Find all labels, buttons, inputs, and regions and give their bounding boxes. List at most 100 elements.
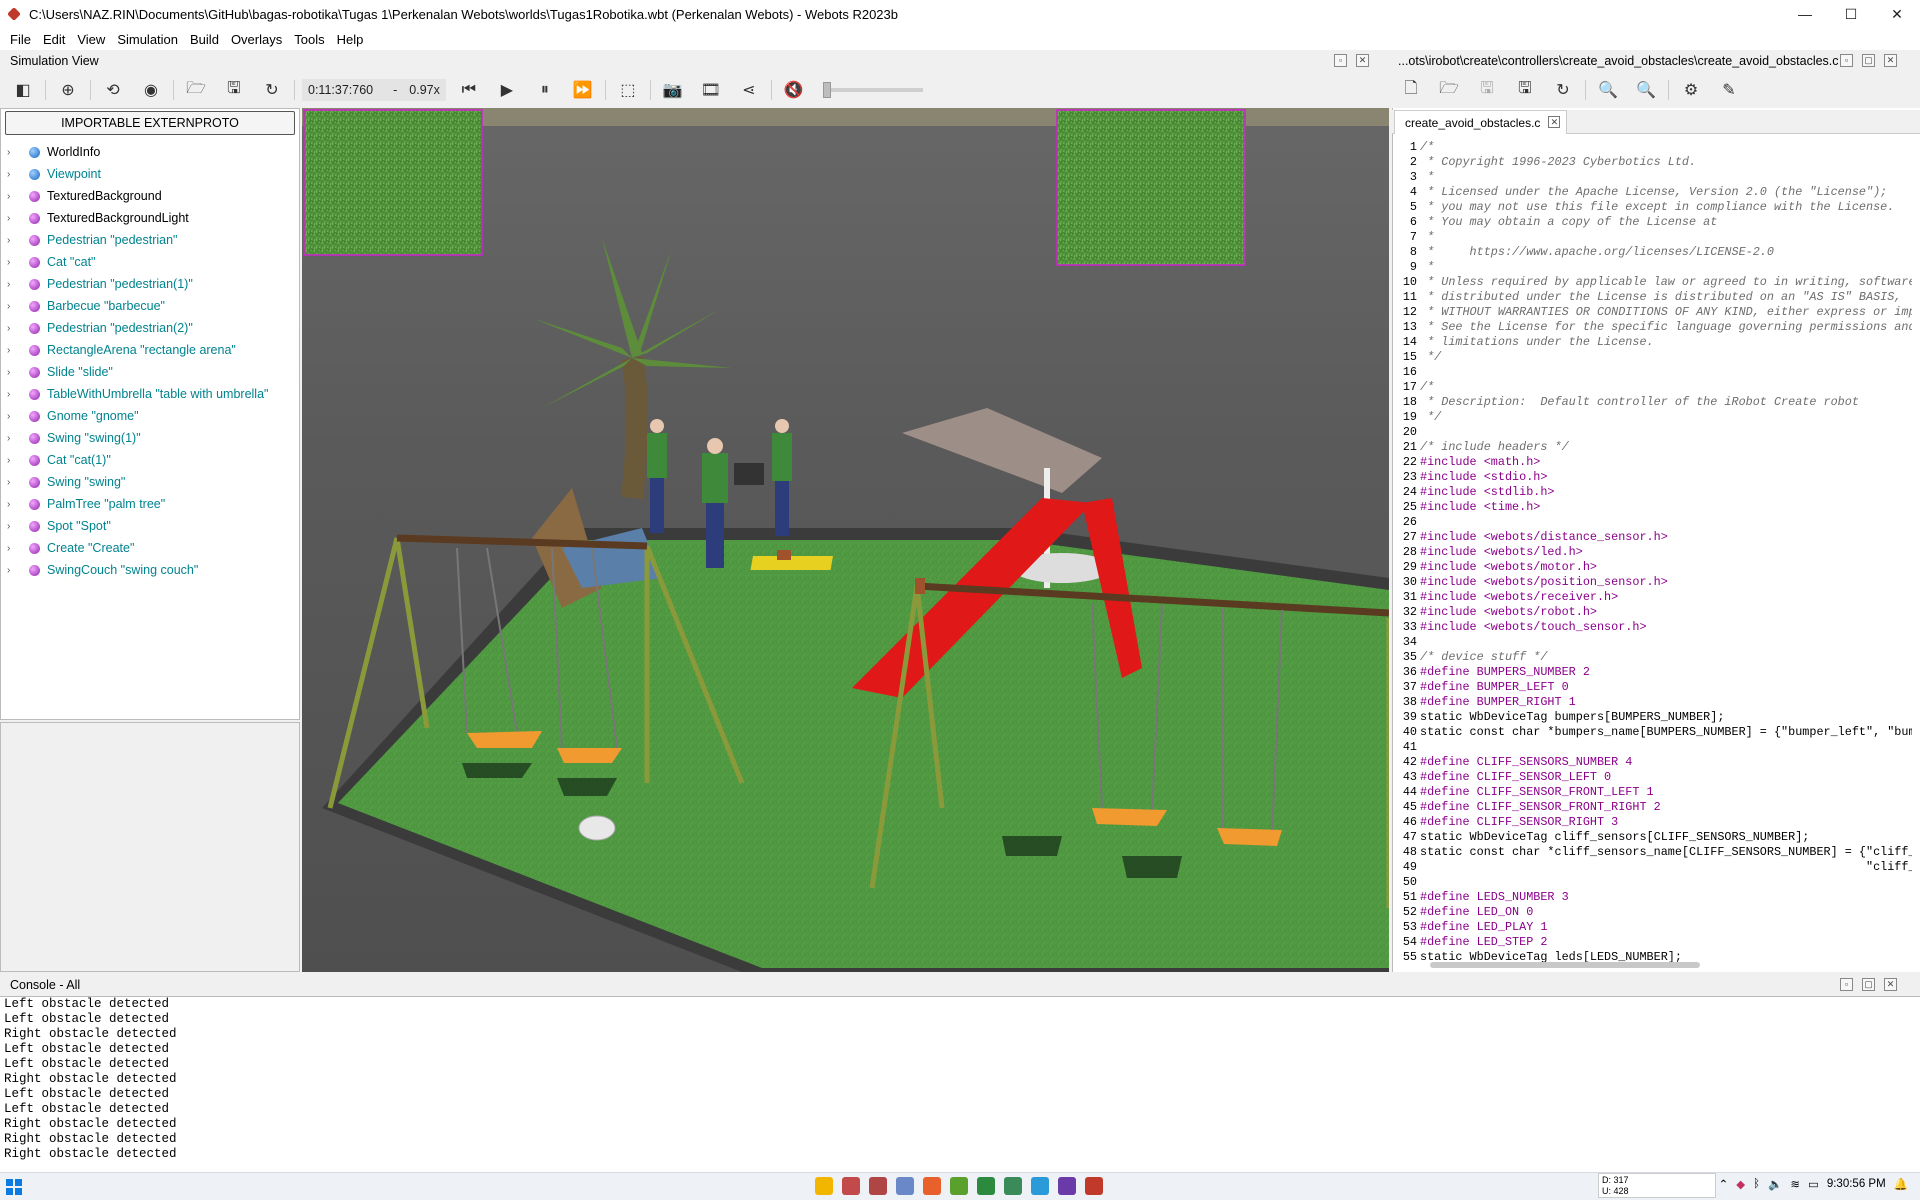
chevron-right-icon[interactable]: ›	[7, 301, 19, 312]
clock[interactable]: 9:30:56 PM	[1827, 1178, 1886, 1190]
chevron-right-icon[interactable]: ›	[7, 389, 19, 400]
reset-view-icon[interactable]: ⟲	[100, 77, 126, 103]
importable-externproto-button[interactable]: IMPORTABLE EXTERNPROTO	[5, 111, 295, 135]
chevron-right-icon[interactable]: ›	[7, 147, 19, 158]
maximize-icon[interactable]: ▢	[1862, 54, 1875, 67]
tree-item-texturedbackgroundlight[interactable]: › TexturedBackgroundLight	[0, 207, 300, 229]
chevron-right-icon[interactable]: ›	[7, 433, 19, 444]
revert-icon[interactable]: ↻	[1550, 77, 1576, 103]
save-all-icon[interactable]: 🖫	[1512, 77, 1538, 103]
close-icon[interactable]: ✕	[1356, 54, 1369, 67]
maximize-icon[interactable]: ▢	[1862, 978, 1875, 991]
close-button[interactable]: ✕	[1874, 0, 1920, 28]
chevron-right-icon[interactable]: ›	[7, 279, 19, 290]
tray-icon[interactable]: ◆	[1736, 1177, 1745, 1191]
chevron-right-icon[interactable]: ›	[7, 169, 19, 180]
console-output[interactable]: Left obstacle detected Left obstacle dete…	[0, 996, 1920, 1172]
tree-item-swing-1[interactable]: › Swing "swing(1)"	[0, 427, 300, 449]
volume-slider[interactable]	[822, 82, 923, 98]
file-explorer-icon[interactable]	[815, 1177, 833, 1195]
menu-build[interactable]: Build	[184, 32, 225, 47]
tree-item-rectangle-arena[interactable]: › RectangleArena "rectangle arena"	[0, 339, 300, 361]
add-node-icon[interactable]: ⊕	[55, 77, 81, 103]
build-gear-icon[interactable]: ⚙	[1678, 77, 1704, 103]
app-icon[interactable]	[950, 1177, 968, 1195]
code-area[interactable]: 1/* 2 * Copyright 1996-2023 Cyberbotics L…	[1392, 140, 1912, 962]
tree-item-pedestrian-1[interactable]: › Pedestrian "pedestrian(1)"	[0, 273, 300, 295]
chevron-right-icon[interactable]: ›	[7, 191, 19, 202]
menu-simulation[interactable]: Simulation	[111, 32, 184, 47]
volume-icon[interactable]: 🔈	[1768, 1177, 1782, 1191]
tree-item-worldinfo[interactable]: › WorldInfo	[0, 141, 300, 163]
screenshot-icon[interactable]: 📷	[660, 77, 686, 103]
notification-icon[interactable]: 🔔	[1894, 1177, 1908, 1191]
menu-view[interactable]: View	[71, 32, 111, 47]
tree-item-barbecue[interactable]: › Barbecue "barbecue"	[0, 295, 300, 317]
step-icon[interactable]: ▶	[494, 77, 520, 103]
chevron-right-icon[interactable]: ›	[7, 477, 19, 488]
close-icon[interactable]: ✕	[1884, 978, 1897, 991]
menu-overlays[interactable]: Overlays	[225, 32, 288, 47]
reload-world-icon[interactable]: ↻	[259, 77, 285, 103]
tree-item-viewpoint[interactable]: › Viewpoint	[0, 163, 300, 185]
chevron-right-icon[interactable]: ›	[7, 455, 19, 466]
tree-item-spot[interactable]: › Spot "Spot"	[0, 515, 300, 537]
battery-icon[interactable]: ▭	[1808, 1177, 1819, 1191]
volume-slider-knob[interactable]	[822, 82, 831, 98]
clean-icon[interactable]: ✎	[1716, 77, 1742, 103]
photos-icon[interactable]	[842, 1177, 860, 1195]
open-file-icon[interactable]: 🗁	[1436, 77, 1462, 103]
chevron-right-icon[interactable]: ›	[7, 367, 19, 378]
app-icon[interactable]	[1004, 1177, 1022, 1195]
chevron-right-icon[interactable]: ›	[7, 213, 19, 224]
editor-tab[interactable]: create_avoid_obstacles.c ✕	[1394, 110, 1568, 134]
float-icon[interactable]: ▫	[1840, 978, 1853, 991]
new-file-icon[interactable]: 🗋	[1398, 77, 1424, 103]
windows-start-icon[interactable]	[6, 1179, 22, 1195]
menu-tools[interactable]: Tools	[288, 32, 330, 47]
save-file-icon[interactable]: 🖫	[1474, 77, 1500, 103]
paint-icon[interactable]	[869, 1177, 887, 1195]
close-icon[interactable]: ✕	[1884, 54, 1897, 67]
chevron-right-icon[interactable]: ›	[7, 323, 19, 334]
tree-item-table-with-umbrella[interactable]: › TableWithUmbrella "table with umbrella"	[0, 383, 300, 405]
eye-icon[interactable]: ◉	[138, 77, 164, 103]
chevron-right-icon[interactable]: ›	[7, 521, 19, 532]
minimize-button[interactable]: —	[1782, 0, 1828, 28]
tree-item-cat[interactable]: › Cat "cat"	[0, 251, 300, 273]
tree-item-swing[interactable]: › Swing "swing"	[0, 471, 300, 493]
chevron-right-icon[interactable]: ›	[7, 499, 19, 510]
pause-icon[interactable]: ⏸	[532, 77, 558, 103]
share-icon[interactable]: ⋖	[736, 77, 762, 103]
menu-edit[interactable]: Edit	[37, 32, 71, 47]
menu-help[interactable]: Help	[331, 32, 370, 47]
wifi-icon[interactable]: ≋	[1790, 1177, 1800, 1191]
mail-icon[interactable]	[896, 1177, 914, 1195]
float-icon[interactable]: ▫	[1840, 54, 1853, 67]
tree-item-pedestrian[interactable]: › Pedestrian "pedestrian"	[0, 229, 300, 251]
3d-view[interactable]	[302, 108, 1389, 972]
tree-item-create[interactable]: › Create "Create"	[0, 537, 300, 559]
fast-forward-icon[interactable]: ⏩	[570, 77, 596, 103]
chevron-right-icon[interactable]: ›	[7, 543, 19, 554]
webots-taskbar-icon[interactable]	[1085, 1177, 1103, 1195]
chevron-right-icon[interactable]: ›	[7, 257, 19, 268]
tree-item-texturedbackground[interactable]: › TexturedBackground	[0, 185, 300, 207]
github-icon[interactable]	[1058, 1177, 1076, 1195]
maximize-button[interactable]: ☐	[1828, 0, 1874, 28]
tree-item-swing-couch[interactable]: › SwingCouch "swing couch"	[0, 559, 300, 581]
hide-scene-tree-icon[interactable]: ◧	[10, 77, 36, 103]
replace-icon[interactable]: 🔍	[1633, 77, 1659, 103]
record-movie-icon[interactable]: 🎞	[698, 77, 724, 103]
bluetooth-icon[interactable]: ᛒ	[1753, 1178, 1760, 1190]
editor-horizontal-scrollbar[interactable]	[1430, 962, 1700, 968]
chevron-right-icon[interactable]: ›	[7, 411, 19, 422]
open-world-icon[interactable]: 🗁	[183, 77, 209, 103]
mute-icon[interactable]: 🔇	[781, 77, 807, 103]
chevron-right-icon[interactable]: ›	[7, 235, 19, 246]
tree-item-palm-tree[interactable]: › PalmTree "palm tree"	[0, 493, 300, 515]
float-icon[interactable]: ▫	[1334, 54, 1347, 67]
tree-item-cat-1[interactable]: › Cat "cat(1)"	[0, 449, 300, 471]
save-world-icon[interactable]: 🖫	[221, 77, 247, 103]
find-icon[interactable]: 🔍	[1595, 77, 1621, 103]
